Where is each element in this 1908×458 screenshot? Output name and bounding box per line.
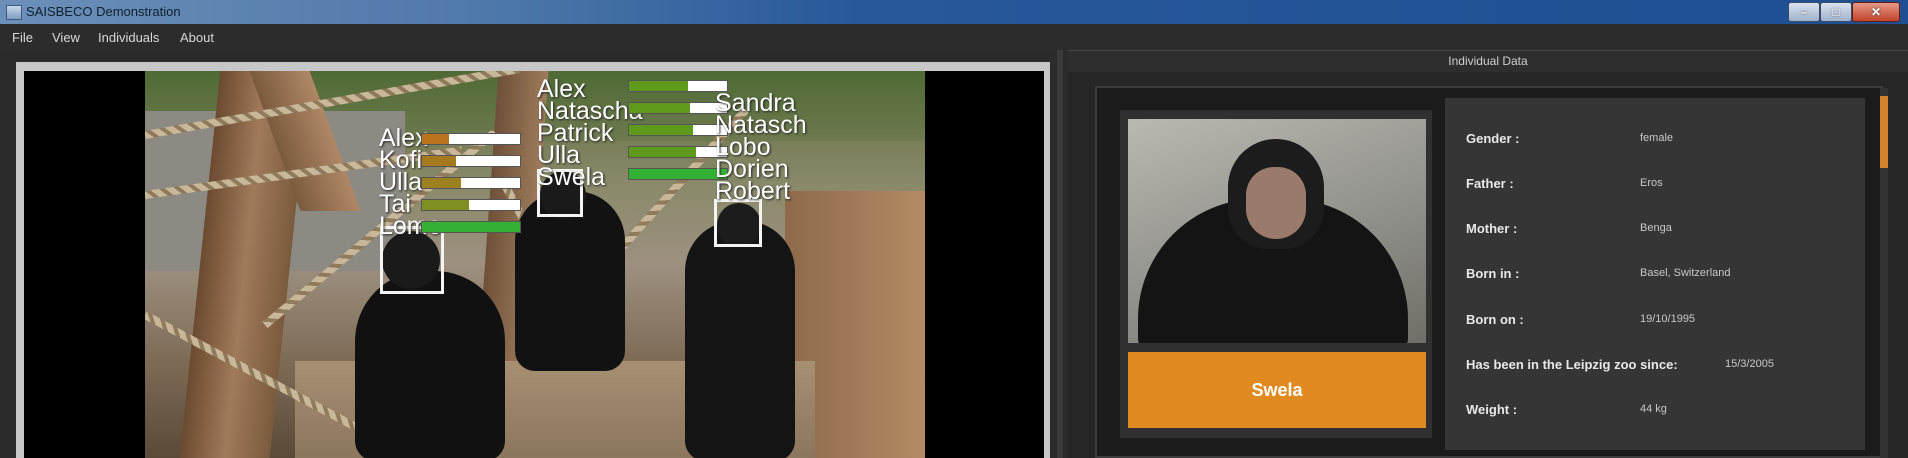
confidence-fill (629, 125, 693, 135)
confidence-fill (422, 156, 457, 166)
menu-view[interactable]: View (52, 30, 80, 45)
window-title: SAISBECO Demonstration (26, 4, 181, 19)
menu-individuals[interactable]: Individuals (98, 30, 159, 45)
field-value-born-on: 19/10/1995 (1640, 313, 1696, 325)
field-value-mother: Benga (1640, 222, 1672, 234)
minimize-button[interactable]: – (1788, 2, 1820, 22)
minimize-icon: – (1800, 5, 1808, 19)
field-value-father: Eros (1640, 177, 1663, 189)
field-label-gender: Gender : (1466, 131, 1520, 146)
vertical-scrollbar[interactable] (1880, 88, 1888, 458)
field-label-born-on: Born on : (1466, 312, 1524, 327)
field-label-father: Father : (1466, 176, 1514, 191)
maximize-button[interactable]: □ (1820, 2, 1852, 22)
menu-bar: File View Individuals About (0, 24, 1908, 50)
field-value-born-in: Basel, Switzerland (1640, 267, 1731, 279)
close-button[interactable]: ✕ (1852, 2, 1900, 22)
face-detection-box[interactable] (714, 199, 762, 247)
confidence-fill (629, 81, 688, 91)
individual-photo (1128, 119, 1426, 343)
video-view: Alex Kofi Ulla Tai Lome Alex Natascha Pa… (24, 71, 1044, 458)
confidence-fill (629, 103, 690, 113)
field-label-weight: Weight : (1466, 402, 1518, 417)
confidence-bar (421, 177, 521, 189)
confidence-fill (422, 134, 450, 144)
confidence-bar (628, 168, 728, 180)
candidate-label: Swela (537, 163, 606, 191)
menu-about[interactable]: About (180, 30, 214, 45)
field-value-gender: female (1640, 132, 1674, 144)
confidence-fill (629, 169, 727, 179)
confidence-fill (422, 222, 520, 232)
individual-name-button[interactable]: Swela (1128, 352, 1426, 428)
field-label-mother: Mother : (1466, 221, 1518, 236)
confidence-fill (629, 147, 696, 157)
chimpanzee-body (515, 191, 625, 371)
confidence-bar (421, 155, 521, 167)
confidence-bar (628, 80, 728, 92)
enclosure-scene: Alex Kofi Ulla Tai Lome Alex Natascha Pa… (145, 71, 925, 458)
menu-file[interactable]: File (12, 30, 33, 45)
field-value-weight: 44 kg (1640, 403, 1667, 415)
confidence-bar (628, 102, 728, 114)
chimpanzee-body (355, 271, 505, 458)
confidence-bar (421, 221, 521, 233)
field-label-born-in: Born in : (1466, 266, 1520, 281)
confidence-bar (421, 199, 521, 211)
maximize-icon: □ (1832, 5, 1840, 19)
confidence-bar (628, 146, 728, 158)
chimpanzee-body (685, 221, 795, 458)
scrollbar-thumb[interactable] (1880, 96, 1888, 168)
panel-header: Individual Data (1068, 50, 1908, 73)
confidence-fill (422, 200, 470, 210)
chimpanzee-face (1246, 167, 1306, 239)
title-bar: SAISBECO Demonstration – □ ✕ (0, 0, 1908, 25)
field-value-zoo-since: 15/3/2005 (1725, 358, 1774, 370)
panel-splitter[interactable] (1057, 50, 1063, 458)
confidence-bar (421, 133, 521, 145)
candidate-label: Robert (715, 177, 791, 205)
confidence-fill (422, 178, 462, 188)
app-icon (6, 5, 22, 20)
close-icon: ✕ (1870, 5, 1882, 19)
panel-title: Individual Data (1448, 54, 1528, 68)
confidence-bar (628, 124, 728, 136)
field-label-zoo-since: Has been in the Leipzig zoo since: (1466, 357, 1678, 372)
